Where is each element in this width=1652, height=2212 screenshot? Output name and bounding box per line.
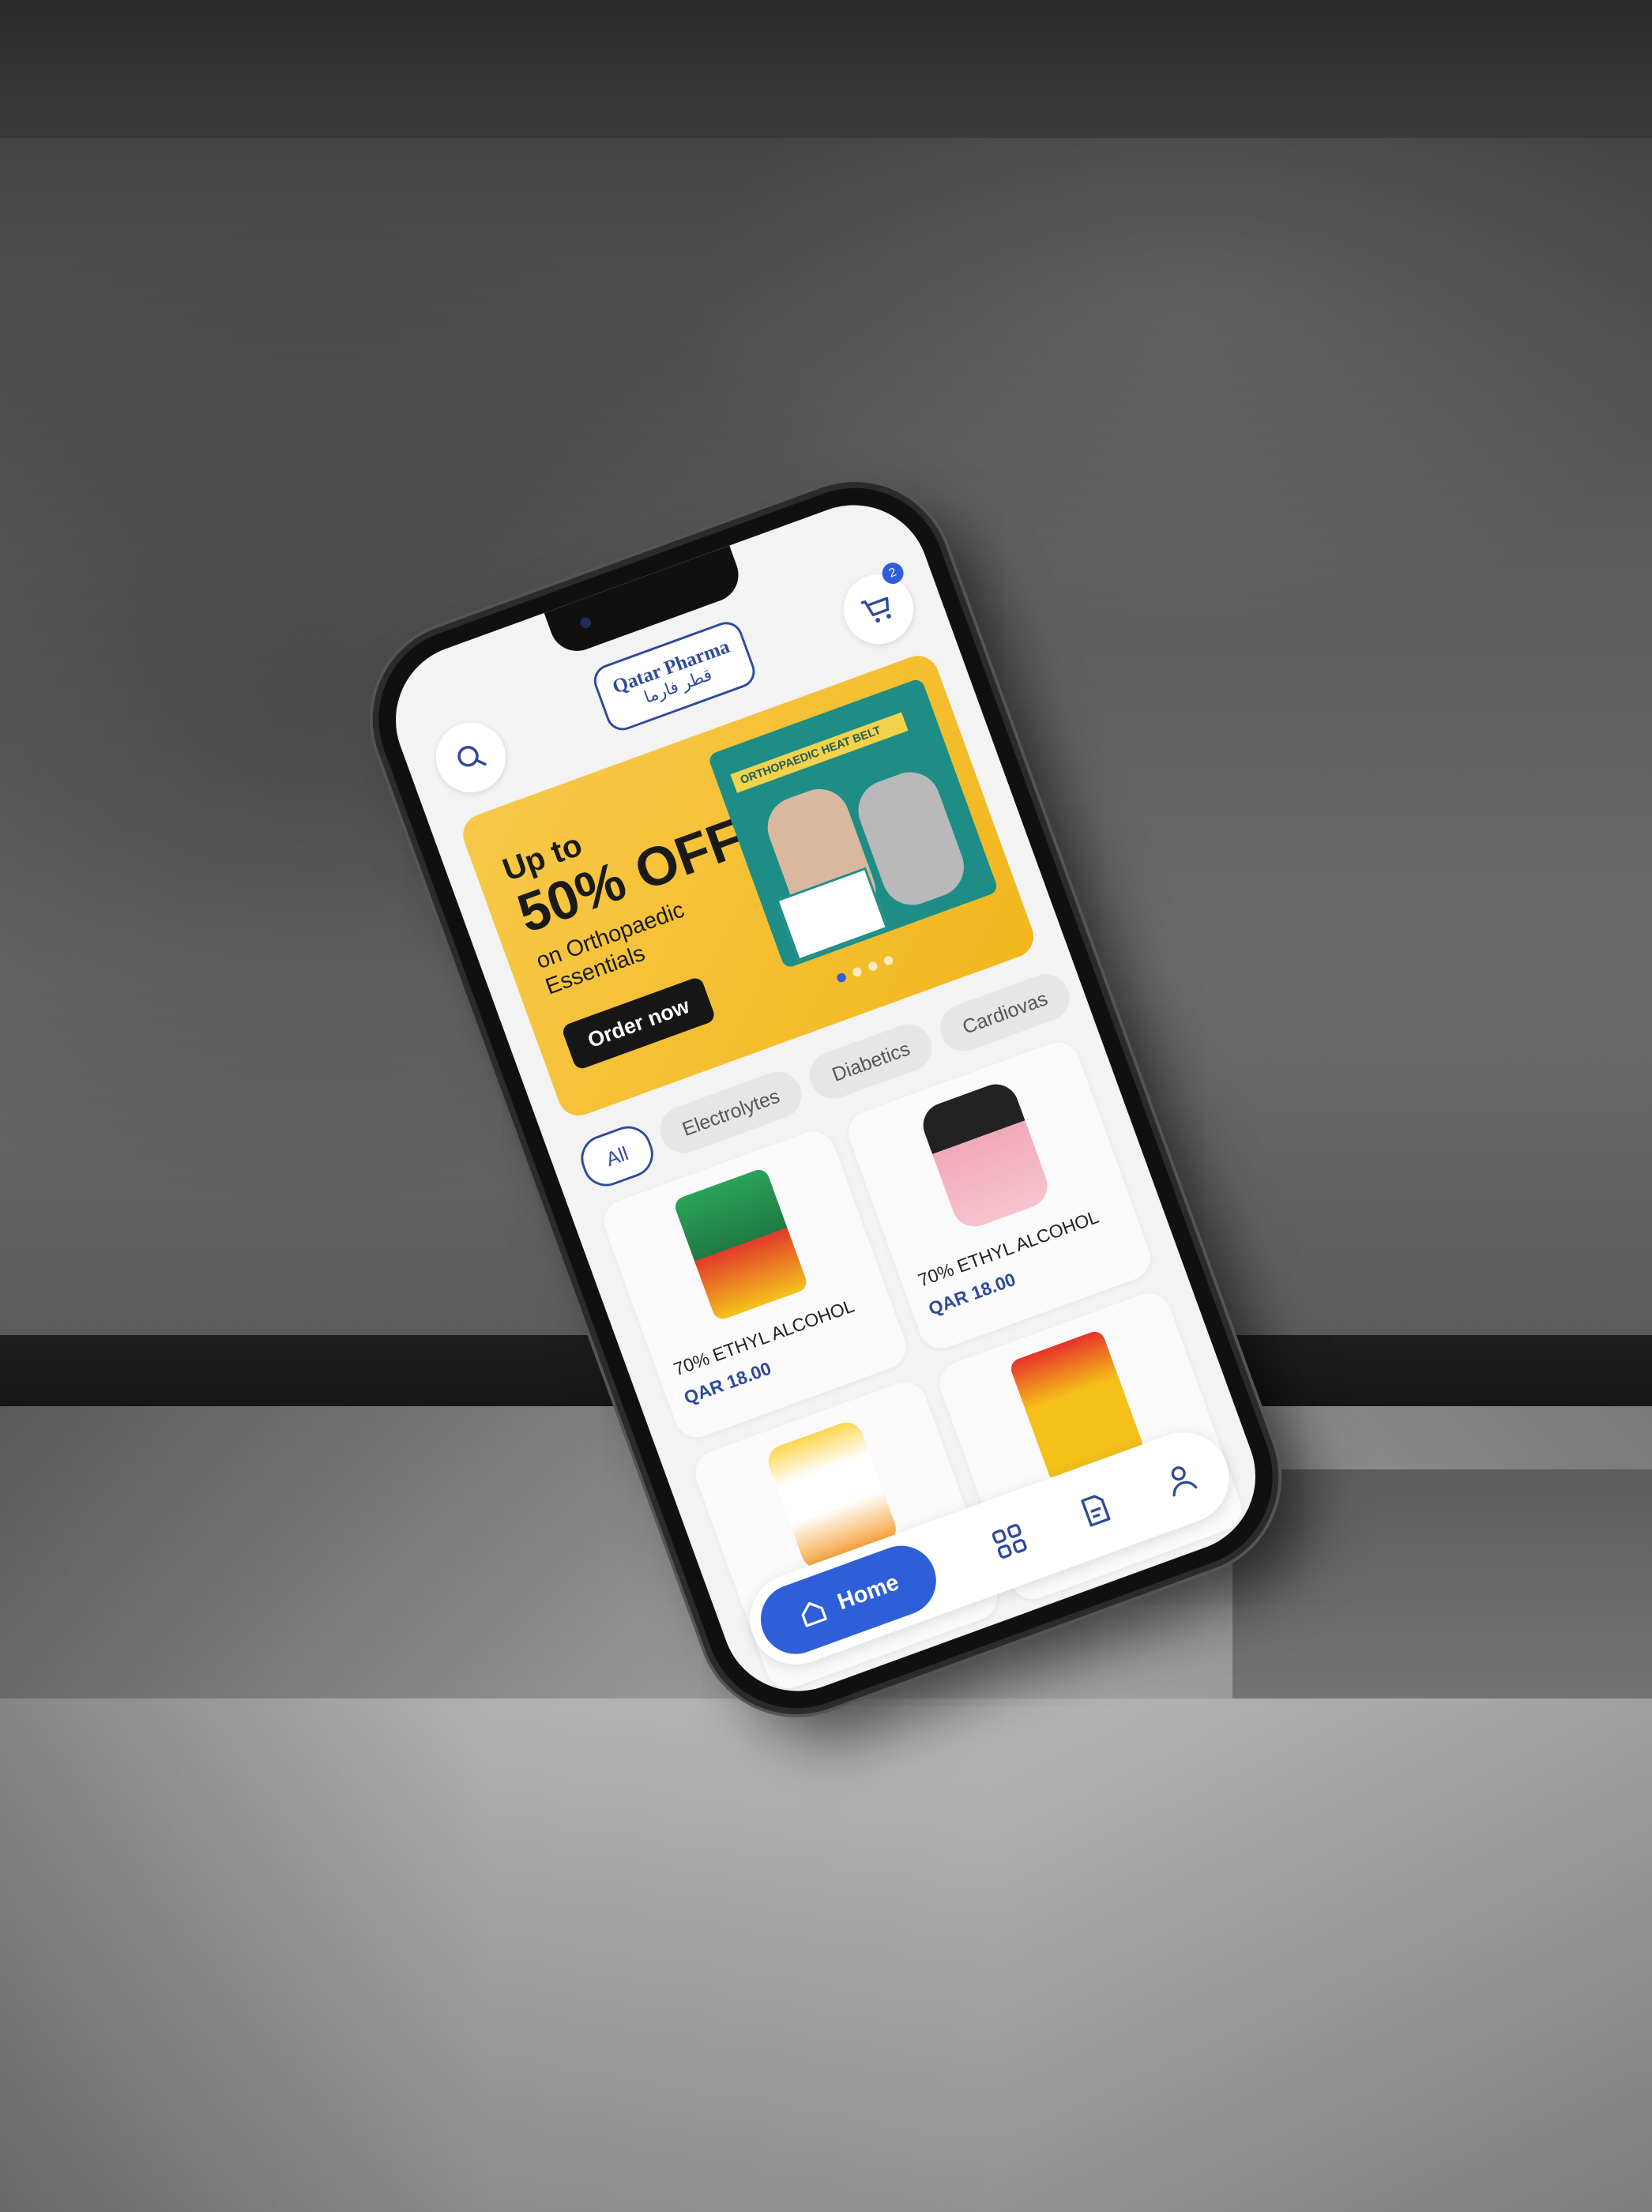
nav-home-label: Home	[834, 1569, 902, 1616]
product-image-alcohol	[672, 1167, 809, 1322]
order-now-button[interactable]: Order now	[560, 976, 717, 1071]
concrete-block-side	[1232, 1469, 1652, 1698]
carousel-dot-4[interactable]	[882, 954, 895, 967]
nav-orders-button[interactable]	[1066, 1481, 1124, 1540]
carousel-dot-2[interactable]	[851, 965, 864, 978]
cart-count-badge: 2	[879, 559, 907, 587]
profile-icon	[1171, 1466, 1198, 1497]
carousel-dot-3[interactable]	[867, 960, 879, 972]
carousel-dot-1[interactable]	[835, 972, 848, 984]
orders-icon	[1081, 1495, 1111, 1527]
category-chip-all[interactable]: All	[574, 1119, 660, 1193]
home-icon	[801, 1601, 828, 1627]
categories-icon	[992, 1524, 1027, 1559]
cart-icon	[860, 596, 891, 623]
nav-categories-button[interactable]	[980, 1512, 1039, 1571]
banner-product-image: ORTHOPAEDIC HEAT BELT	[707, 677, 999, 969]
carousel-indicator[interactable]	[835, 954, 895, 984]
wall-top-shadow	[0, 0, 1652, 138]
camera-dot	[578, 615, 593, 630]
concrete-block-front	[0, 1698, 1652, 2212]
search-icon	[457, 746, 487, 767]
cart-button[interactable]: 2	[834, 559, 924, 654]
product-image-biotin	[916, 1078, 1054, 1233]
nav-profile-button[interactable]	[1151, 1450, 1210, 1508]
search-button[interactable]	[426, 713, 516, 803]
